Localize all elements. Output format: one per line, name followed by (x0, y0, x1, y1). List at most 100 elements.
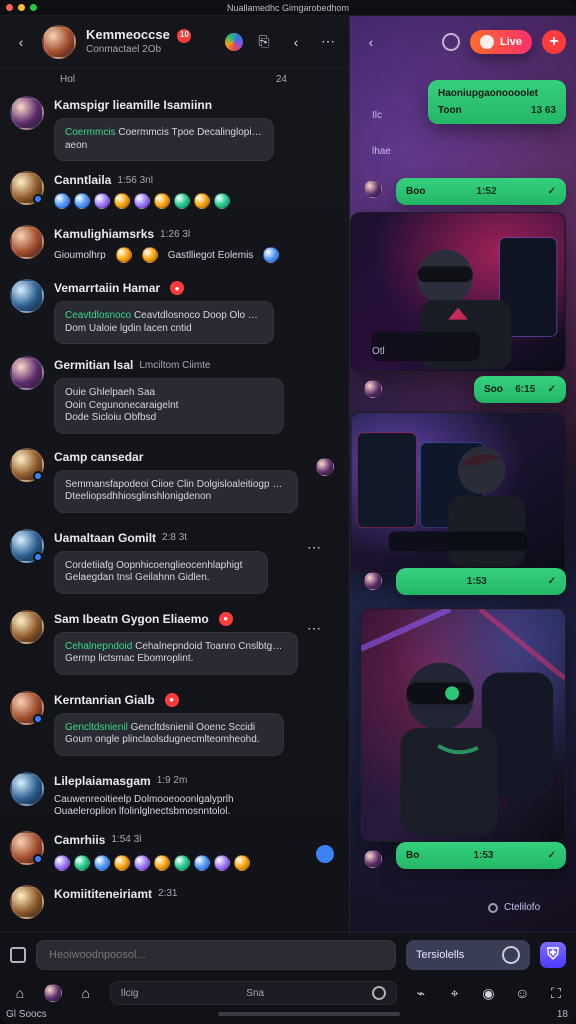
reaction-icon[interactable] (214, 193, 230, 209)
mute-icon[interactable]: ⎘ (253, 31, 275, 53)
message-more-icon[interactable]: ⋯ (307, 620, 322, 637)
pin-icon[interactable]: ⌖ (445, 983, 465, 1003)
message-line: Coermmcis Tpoe Decalinglopicinloprd Oer … (118, 127, 263, 138)
home-icon[interactable]: ⌂ (10, 983, 30, 1003)
reaction-icon[interactable] (263, 247, 280, 263)
right-pane: ‹ Live + Ilc lhae Haoniupgaonoooolet Too… (350, 16, 576, 932)
outgoing-message[interactable]: Soo 6:15 ✓ (474, 376, 566, 403)
message-item[interactable]: Kamulighiamsrks 1:26 3l Gioumolhrp Gastl… (10, 225, 340, 263)
reaction-row[interactable] (54, 854, 340, 871)
emoji-search[interactable]: Ilcig Sna (109, 981, 397, 1005)
avatar[interactable] (10, 771, 44, 806)
outgoing-message[interactable]: Bo 1:53 ✓ (396, 842, 566, 869)
back-chevron-icon[interactable]: ‹ (360, 31, 382, 53)
reaction-icon[interactable] (141, 247, 158, 263)
avatar[interactable] (10, 690, 44, 725)
message-item[interactable]: Uamaltaan Gomilt 2:8 3t Cordetiiafg Oopn… (10, 528, 340, 594)
avatar[interactable] (364, 180, 382, 198)
right-footnote: Ctelilofo (488, 902, 540, 913)
media-card[interactable] (360, 608, 566, 842)
message-item[interactable]: Lileplaiamasgam 1:9 2m Cauwenreoitieelp … (10, 771, 340, 819)
blue-dot-icon[interactable] (316, 844, 334, 863)
reaction-icon[interactable] (174, 854, 190, 871)
outgoing-time: 1:53 (466, 576, 487, 587)
avatar[interactable] (10, 447, 44, 482)
message-green-prefix: Gencltdsnienil (65, 721, 128, 733)
reaction-icon[interactable] (74, 854, 90, 871)
live-button[interactable]: Live (469, 30, 532, 54)
reaction-icon[interactable] (154, 854, 170, 871)
right-actions: Live + (441, 30, 566, 54)
message-item[interactable]: Vemarrtaiin Hamar ● Ceavtdlosnoco Ceavtd… (10, 279, 340, 344)
message-item[interactable]: Komiititeneiriamt 2:31 (10, 884, 340, 919)
location-icon[interactable]: ⛶ (546, 983, 566, 1003)
message-item[interactable]: Canntlaila 1:56 3nl (10, 171, 340, 209)
emoji-search-left: Ilcig (120, 987, 139, 999)
end-live-icon[interactable]: + (542, 30, 566, 54)
avatar[interactable] (364, 380, 382, 398)
message-bubble: Semmansfapodeoi Ciioe Clin Dolgisloaleit… (54, 469, 298, 513)
reaction-icon[interactable] (194, 193, 210, 209)
avatar[interactable] (42, 24, 76, 59)
right-footnote-text: Ctelilofo (504, 902, 541, 913)
sticker-icon[interactable]: ◉ (479, 983, 499, 1003)
reaction-icon[interactable] (74, 193, 90, 209)
reaction-icon[interactable] (54, 854, 70, 871)
avatar[interactable] (10, 96, 44, 130)
reaction-icon[interactable] (134, 854, 150, 871)
avatar[interactable] (10, 609, 44, 644)
avatar[interactable] (316, 457, 334, 476)
reaction-icon[interactable] (194, 854, 210, 871)
reaction-icon[interactable] (114, 193, 130, 209)
attach-icon[interactable] (10, 947, 26, 963)
reaction-icon[interactable] (114, 854, 130, 871)
avatar[interactable] (10, 279, 44, 313)
reaction-icon[interactable] (94, 854, 110, 871)
media-card[interactable] (350, 412, 566, 574)
status-ring-icon[interactable] (225, 32, 243, 51)
message-item[interactable]: Kamspigr lieamille Isamiinn Coermmcis Co… (10, 96, 340, 161)
message-item[interactable]: Camrhiis 1:54 3l (10, 830, 340, 871)
reaction-icon[interactable] (94, 193, 110, 209)
message-more-icon[interactable]: ⋯ (307, 539, 322, 556)
message-item[interactable]: Kerntanrian Gialb ● Gencltdsnienil Gencl… (10, 690, 340, 756)
reaction-icon[interactable] (174, 193, 190, 209)
avatar[interactable] (10, 830, 44, 865)
back-chevron-icon[interactable]: ‹ (10, 31, 32, 53)
message-feed[interactable]: Kamspigr lieamille Isamiinn Coermmcis Co… (0, 90, 350, 932)
message-item[interactable]: Sam Ibeatn Gygon Eliaemo ● Cehalnepndoid… (10, 609, 340, 675)
message-input[interactable] (36, 940, 396, 970)
message-item[interactable]: Germitian Isal Lmciltom Ciimte Ouie Ghle… (10, 356, 340, 434)
emoji-icon[interactable]: ☺ (512, 983, 532, 1003)
more-icon[interactable]: ⋯ (317, 31, 339, 53)
reaction-icon[interactable] (54, 193, 70, 209)
avatar[interactable] (43, 984, 62, 1002)
status-circle-icon[interactable] (441, 33, 460, 51)
outgoing-message[interactable]: Haoniupgaonoooolet Toon 13 63 (428, 80, 566, 124)
reaction-icon[interactable] (234, 854, 250, 871)
translate-button[interactable]: Tersiolells (406, 940, 530, 970)
reaction-icon[interactable] (134, 193, 150, 209)
horizontal-scrollbar[interactable] (218, 1012, 400, 1016)
avatar[interactable] (10, 356, 44, 390)
side-avatar[interactable] (316, 457, 334, 476)
shield-button[interactable]: ⛨ (540, 942, 566, 968)
status-left: Gl Soocs (6, 1009, 47, 1020)
avatar[interactable] (10, 884, 44, 919)
gallery-icon[interactable]: ⌂ (76, 983, 96, 1003)
link-icon[interactable]: ⌁ (411, 983, 431, 1003)
avatar[interactable] (10, 528, 44, 563)
outgoing-message[interactable]: 1:53 ✓ (396, 568, 566, 595)
reaction-icon[interactable] (154, 193, 170, 209)
message-item[interactable]: Camp cansedar Semmansfapodeoi Ciioe Clin… (10, 447, 340, 513)
avatar[interactable] (364, 850, 382, 868)
avatar[interactable] (10, 171, 44, 205)
avatar[interactable] (364, 572, 382, 590)
avatar[interactable] (10, 225, 44, 259)
reaction-icon[interactable] (214, 854, 230, 871)
reaction-icon[interactable] (115, 247, 132, 263)
reaction-row[interactable] (54, 193, 340, 209)
share-icon[interactable]: ‹ (285, 31, 307, 53)
side-indicator[interactable] (316, 844, 334, 863)
outgoing-message[interactable]: Boo 1:52 ✓ (396, 178, 566, 205)
